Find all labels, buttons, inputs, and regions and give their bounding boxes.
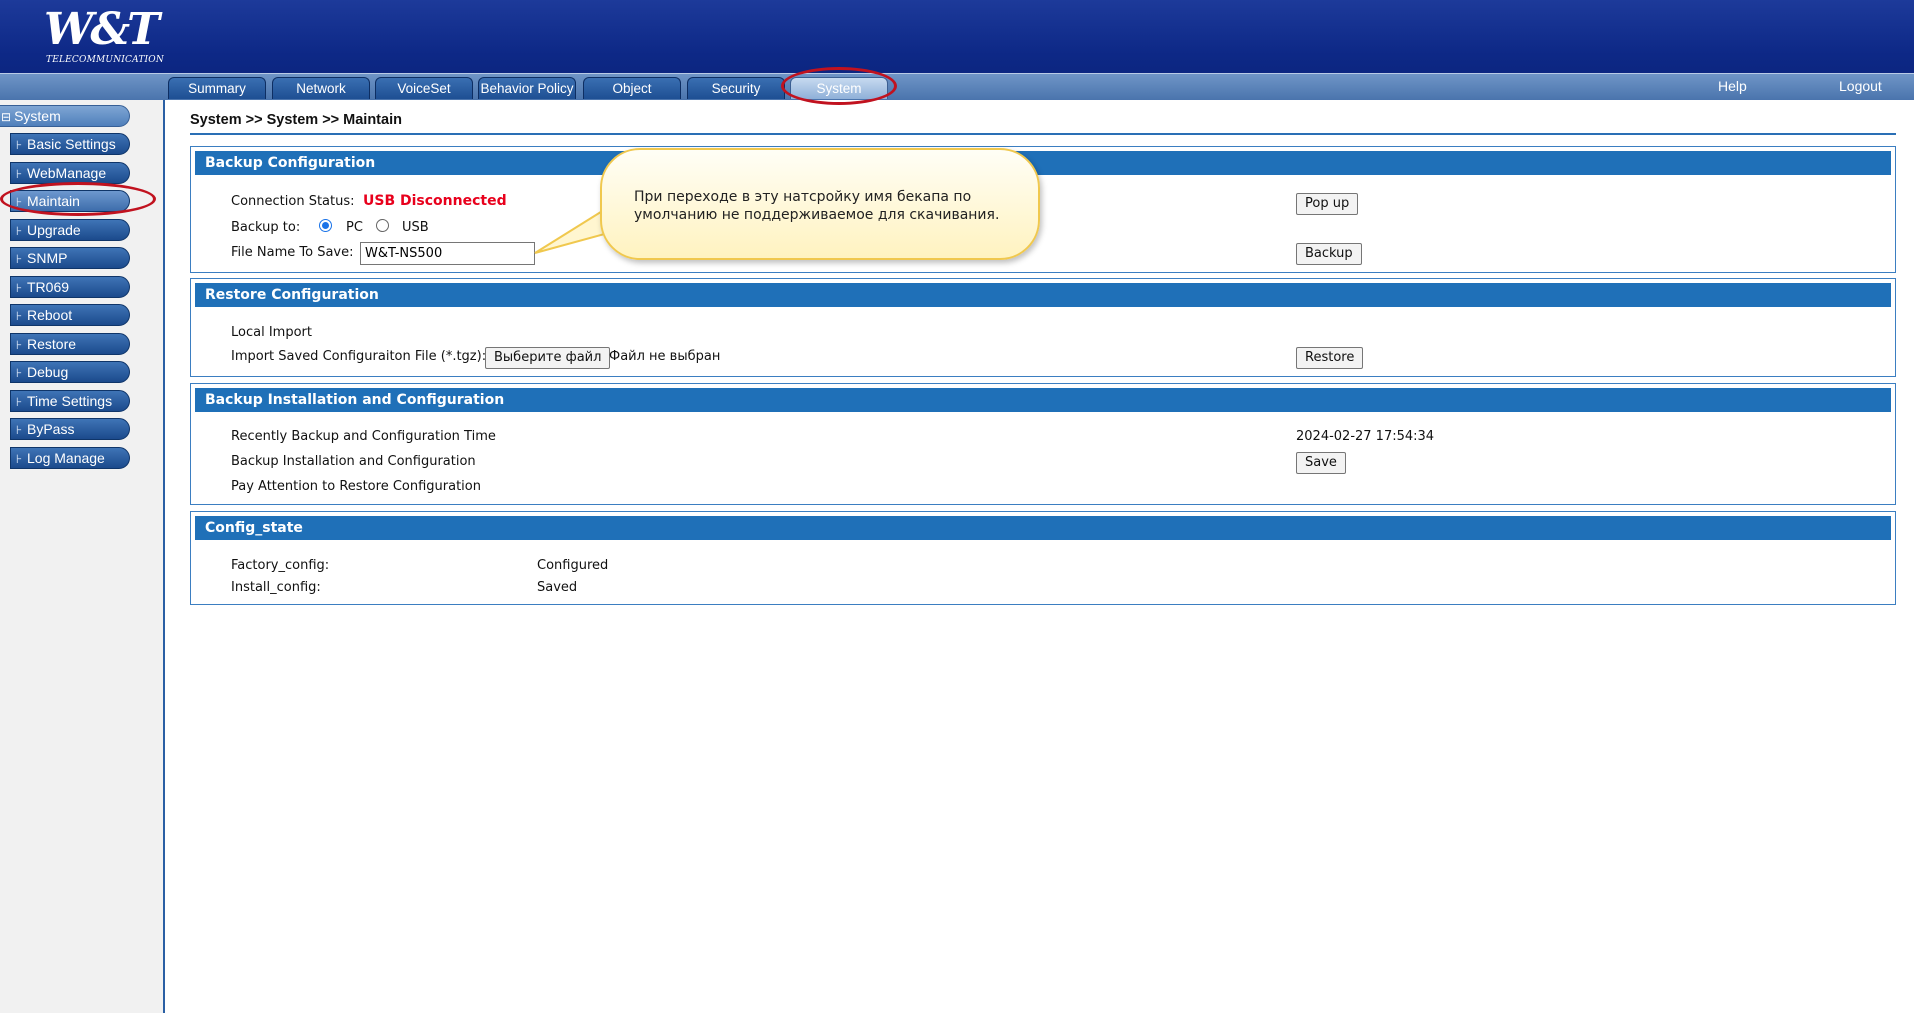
radio-pc-label: PC [346, 220, 363, 235]
tab-object[interactable]: Object [583, 77, 681, 99]
no-file-selected-text: Файл не выбран [609, 349, 721, 364]
tree-branch-icon: ⊦ [15, 167, 23, 181]
connection-status-value: USB Disconnected [363, 193, 507, 209]
tab-network[interactable]: Network [272, 77, 370, 99]
tree-branch-icon: ⊦ [15, 338, 23, 352]
callout-text: При переходе в эту натсройку имя бекапа … [634, 189, 1000, 223]
factory-config-label: Factory_config: [231, 558, 330, 573]
tree-branch-icon: ⊦ [15, 195, 23, 209]
install-config-value: Saved [537, 580, 578, 595]
local-import-label: Local Import [231, 325, 312, 340]
panel-title: Config_state [195, 516, 1891, 540]
sidebar-item-restore[interactable]: ⊦ Restore [10, 333, 130, 355]
backup-to-label: Backup to: [231, 220, 301, 235]
sidebar-item-webmanage[interactable]: ⊦ WebManage [10, 162, 130, 184]
sidebar-item-basic-settings[interactable]: ⊦ Basic Settings [10, 133, 130, 155]
brand-logo: W&T TELECOMMUNICATION [44, 8, 168, 70]
sidebar-item-label: Restore [27, 336, 77, 352]
logo-subtext: TELECOMMUNICATION [46, 55, 164, 65]
sidebar-item-label: TR069 [27, 279, 70, 295]
install-config-label: Install_config: [231, 580, 321, 595]
breadcrumb-divider [190, 133, 1896, 135]
help-link[interactable]: Help [1718, 78, 1747, 94]
logout-link[interactable]: Logout [1839, 78, 1882, 94]
tab-summary[interactable]: Summary [168, 77, 266, 99]
sidebar-item-upgrade[interactable]: ⊦ Upgrade [10, 219, 130, 241]
sidebar: ⊟ System ⊦ Basic Settings ⊦ WebManage ⊦ Main… [0, 100, 165, 1013]
panel-backup-configuration: Backup Configuration Connection Status: … [190, 146, 1896, 273]
panel-backup-installation: Backup Installation and Configuration Re… [190, 383, 1896, 505]
tree-branch-icon: ⊦ [15, 452, 23, 466]
radio-backup-usb[interactable] [376, 219, 389, 232]
tab-security[interactable]: Security [687, 77, 785, 99]
recent-backup-label: Recently Backup and Configuration Time [231, 429, 496, 444]
save-button[interactable]: Save [1296, 452, 1346, 474]
sidebar-item-label: WebManage [27, 165, 107, 181]
pay-attention-label: Pay Attention to Restore Configuration [231, 479, 481, 494]
file-name-input[interactable] [360, 242, 535, 265]
tree-branch-icon: ⊦ [15, 423, 23, 437]
sidebar-item-snmp[interactable]: ⊦ SNMP [10, 247, 130, 269]
sidebar-item-label: SNMP [27, 250, 68, 266]
panel-restore-configuration: Restore Configuration Local Import Impor… [190, 278, 1896, 377]
panel-title: Backup Configuration [195, 151, 1891, 175]
tree-collapse-icon: ⊟ [1, 110, 12, 124]
popup-button[interactable]: Pop up [1296, 193, 1359, 215]
sidebar-item-reboot[interactable]: ⊦ Reboot [10, 304, 130, 326]
tree-branch-icon: ⊦ [15, 309, 23, 323]
panel-title: Restore Configuration [195, 283, 1891, 307]
sidebar-item-log-manage[interactable]: ⊦ Log Manage [10, 447, 130, 469]
sidebar-item-label: Debug [27, 364, 69, 380]
file-name-label: File Name To Save: [231, 245, 354, 260]
sidebar-item-label: Log Manage [27, 450, 105, 466]
panel-title: Backup Installation and Configuration [195, 388, 1891, 412]
panel-config-state: Config_state Factory_config: Configured … [190, 511, 1896, 605]
header-banner: W&T TELECOMMUNICATION Summary Network Vo… [0, 0, 1914, 100]
tab-system[interactable]: System [790, 77, 888, 99]
sidebar-root-system[interactable]: ⊟ System [0, 105, 130, 127]
sidebar-item-bypass[interactable]: ⊦ ByPass [10, 418, 130, 440]
annotation-callout: При переходе в эту натсройку имя бекапа … [600, 148, 1040, 260]
sidebar-item-tr069[interactable]: ⊦ TR069 [10, 276, 130, 298]
tree-branch-icon: ⊦ [15, 138, 23, 152]
logo-text: W&T [44, 4, 160, 55]
sidebar-root-label: System [14, 108, 61, 124]
sidebar-item-label: Upgrade [27, 222, 81, 238]
sidebar-item-maintain[interactable]: ⊦ Maintain [10, 190, 130, 212]
choose-file-button[interactable]: Выберите файл [485, 347, 611, 369]
tab-voiceset[interactable]: VoiceSet [375, 77, 473, 99]
sidebar-item-label: ByPass [27, 421, 75, 437]
sidebar-item-label: Reboot [27, 307, 73, 323]
tree-branch-icon: ⊦ [15, 366, 23, 380]
tab-behavior-policy[interactable]: Behavior Policy [478, 77, 576, 99]
breadcrumb: System >> System >> Maintain [190, 112, 402, 128]
sidebar-item-time-settings[interactable]: ⊦ Time Settings [10, 390, 130, 412]
backup-button[interactable]: Backup [1296, 243, 1362, 265]
radio-backup-pc[interactable] [319, 219, 332, 232]
import-file-label: Import Saved Configuraiton File (*.tgz): [231, 349, 487, 364]
sidebar-item-label: Basic Settings [27, 136, 116, 152]
factory-config-value: Configured [537, 558, 609, 573]
tree-branch-icon: ⊦ [15, 252, 23, 266]
sidebar-item-label: Maintain [27, 193, 80, 209]
radio-usb-label: USB [402, 220, 429, 235]
tree-branch-icon: ⊦ [15, 224, 23, 238]
sidebar-item-label: Time Settings [27, 393, 113, 409]
recent-backup-time: 2024-02-27 17:54:34 [1296, 429, 1435, 444]
backup-installation-label: Backup Installation and Configuration [231, 454, 476, 469]
top-nav-bar: Summary Network VoiceSet Behavior Policy… [0, 73, 1914, 100]
tree-branch-icon: ⊦ [15, 395, 23, 409]
restore-button[interactable]: Restore [1296, 347, 1364, 369]
connection-status-label: Connection Status: [231, 194, 355, 209]
sidebar-item-debug[interactable]: ⊦ Debug [10, 361, 130, 383]
tree-branch-icon: ⊦ [15, 281, 23, 295]
